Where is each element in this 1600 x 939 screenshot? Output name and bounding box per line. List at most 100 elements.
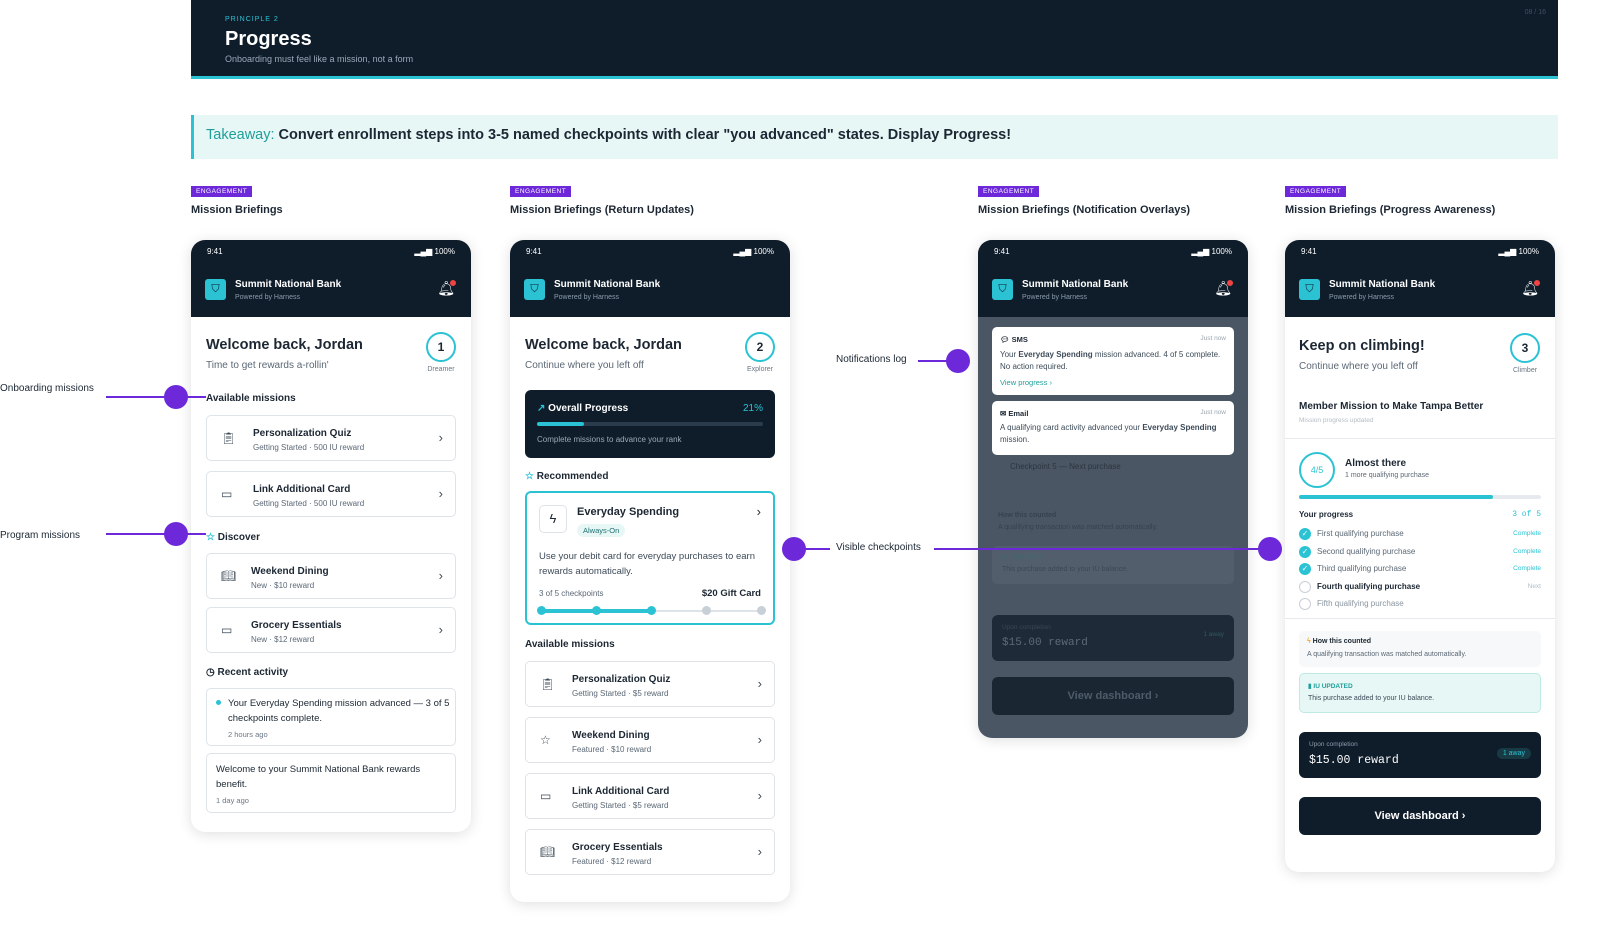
chevron-right-icon: › bbox=[757, 676, 762, 691]
checkpoint-label: Fourth qualifying purchase bbox=[1317, 581, 1421, 591]
page-title: Progress bbox=[225, 28, 312, 50]
callout-line bbox=[186, 396, 206, 398]
upon-completion: Upon completion bbox=[1309, 741, 1358, 748]
progress-count: 3 of 5 bbox=[1512, 510, 1541, 519]
trend-icon: ↗ bbox=[537, 403, 546, 414]
star-icon: ☆ bbox=[206, 532, 215, 543]
bg-iu-box: IU UPDATED This purchase added to your I… bbox=[992, 546, 1234, 584]
bg-view-dashboard: View dashboard › bbox=[992, 677, 1234, 715]
checkpoint-row: ✓ Third qualifying purchase Complete bbox=[1299, 561, 1541, 579]
check-circle-icon: ✓ bbox=[1299, 545, 1311, 558]
status-signal: ▂▄▆ 100% bbox=[733, 247, 774, 256]
mission-sub: Getting Started · $5 reward bbox=[572, 801, 669, 810]
takeaway-label: Takeaway: bbox=[206, 127, 275, 143]
bg-how: How this counted bbox=[998, 512, 1057, 519]
activity-card: Welcome to your Summit National Bank rew… bbox=[206, 753, 456, 813]
callout-dot bbox=[782, 537, 806, 561]
discover-label: ☆ Discover bbox=[206, 532, 260, 543]
chat-icon: 💬︎ bbox=[1000, 335, 1010, 344]
discover-card[interactable]: 📖︎ Weekend Dining New · $10 reward › bbox=[206, 553, 456, 599]
chevron-right-icon: › bbox=[756, 504, 761, 519]
principle-kicker: PRINCIPLE 2 bbox=[225, 16, 279, 23]
mission-card[interactable]: ▭ Link Additional Card Getting Started ·… bbox=[206, 471, 456, 517]
powered-by: Powered by Harness bbox=[554, 294, 619, 301]
activity-time: 2 hours ago bbox=[228, 730, 268, 739]
bg-upon: Upon completion bbox=[1002, 624, 1051, 631]
checkpoint-row: ✓ First qualifying purchase Complete bbox=[1299, 526, 1541, 544]
lightning-icon: ϟ bbox=[539, 505, 567, 533]
recommended-label: ☆ Recommended bbox=[525, 471, 609, 482]
callout-dot bbox=[1258, 537, 1282, 561]
welcome-sub: Time to get rewards a-rollin' bbox=[206, 360, 329, 371]
callout-dot bbox=[164, 522, 188, 546]
recommended-card[interactable]: ϟ Everyday Spending Always-On › Use your… bbox=[525, 491, 775, 625]
mission-sub: Getting Started · 500 IU reward bbox=[253, 499, 365, 508]
view-dashboard-button[interactable]: View dashboard › bbox=[1299, 797, 1541, 835]
takeaway-text: Convert enrollment steps into 3-5 named … bbox=[278, 127, 1012, 143]
notification-dot bbox=[1227, 280, 1233, 286]
clipboard-icon: 📋︎ bbox=[540, 677, 556, 691]
iu-updated-sub: This purchase added to your IU balance. bbox=[1308, 695, 1435, 702]
engagement-tag: ENGAGEMENT bbox=[1285, 186, 1347, 197]
mail-icon: ✉ bbox=[1000, 409, 1007, 418]
bg-iu: IU UPDATED bbox=[1002, 554, 1041, 561]
iu-updated-box: ▮ IU UPDATED This purchase added to your… bbox=[1299, 673, 1541, 713]
phone-screen-3: 9:41 ▂▄▆ 100% ⛉ Summit National Bank Pow… bbox=[978, 240, 1248, 738]
book-icon: 📖︎ bbox=[540, 845, 556, 859]
app-header: 9:41 ▂▄▆ 100% ⛉ Summit National Bank Pow… bbox=[191, 240, 471, 317]
email-notification[interactable]: ✉ Email Just now A qualifying card activ… bbox=[992, 401, 1234, 455]
rank-ring: 2 bbox=[745, 332, 775, 362]
view-progress-link[interactable]: View progress › bbox=[1000, 378, 1052, 387]
rank-ring: 3 bbox=[1510, 333, 1540, 363]
mission-title: Weekend Dining bbox=[572, 730, 650, 741]
card-icon: ▭ bbox=[221, 623, 233, 637]
callout-checkpoints: Visible checkpoints bbox=[836, 542, 921, 553]
mission-sub: Featured · $12 reward bbox=[572, 857, 652, 866]
empty-circle-icon bbox=[1299, 580, 1311, 593]
rec-title: Everyday Spending bbox=[577, 506, 680, 518]
status-time: 9:41 bbox=[207, 247, 223, 256]
powered-by: Powered by Harness bbox=[1329, 294, 1394, 301]
rec-checkpoints: 3 of 5 checkpoints bbox=[539, 589, 604, 598]
welcome-sub: Continue where you left off bbox=[525, 360, 644, 371]
bank-name: Summit National Bank bbox=[1022, 279, 1129, 290]
mission-card[interactable]: 📋︎ Personalization Quiz Getting Started … bbox=[206, 415, 456, 461]
rank-label: Dreamer bbox=[427, 366, 455, 373]
checkpoint-label: Third qualifying purchase bbox=[1317, 564, 1407, 573]
rec-reward: $20 Gift Card bbox=[701, 588, 761, 599]
available-missions-label: Available missions bbox=[525, 639, 615, 650]
overall-progress-card: ↗ Overall Progress 21% Complete missions… bbox=[525, 390, 775, 458]
checkpoint-label: First qualifying purchase bbox=[1317, 529, 1404, 538]
engagement-tag: ENGAGEMENT bbox=[978, 186, 1040, 197]
chevron-right-icon: › bbox=[438, 486, 443, 501]
mission-title: Link Additional Card bbox=[253, 484, 351, 495]
overall-note: Complete missions to advance your rank bbox=[537, 435, 682, 444]
checkpoint-label: Fifth qualifying purchase bbox=[1317, 599, 1404, 608]
section-title-2: Mission Briefings (Return Updates) bbox=[510, 204, 694, 216]
callout-dot bbox=[164, 385, 188, 409]
mission-name: Member Mission to Make Tampa Better bbox=[1299, 401, 1484, 412]
shield-logo-icon: ⛉ bbox=[524, 279, 545, 300]
mission-card[interactable]: ☆ Weekend Dining Featured · $10 reward › bbox=[525, 717, 775, 763]
bg-how-sub: A qualifying transaction was matched aut… bbox=[998, 524, 1158, 531]
discover-card[interactable]: ▭ Grocery Essentials New · $12 reward › bbox=[206, 607, 456, 653]
discover-sub: New · $12 reward bbox=[251, 635, 315, 644]
climb-heading: Keep on climbing! bbox=[1299, 338, 1425, 354]
checkpoint-row: Fifth qualifying purchase bbox=[1299, 596, 1541, 614]
bg-reward-box: Upon completion $15.00 reward 1 away bbox=[992, 615, 1234, 661]
mission-card[interactable]: ▭ Link Additional Card Getting Started ·… bbox=[525, 773, 775, 819]
section-title-3: Mission Briefings (Notification Overlays… bbox=[978, 204, 1191, 216]
sms-notification[interactable]: 💬︎ SMS Just now Your Everyday Spending m… bbox=[992, 327, 1234, 395]
bank-name: Summit National Bank bbox=[1329, 279, 1436, 290]
always-on-badge: Always-On bbox=[577, 524, 626, 537]
activity-text: Welcome to your Summit National Bank rew… bbox=[216, 764, 421, 790]
callout-line bbox=[186, 533, 206, 535]
checkpoint-track bbox=[536, 606, 766, 616]
mission-title: Grocery Essentials bbox=[572, 842, 663, 853]
discover-title: Weekend Dining bbox=[251, 566, 329, 577]
mission-card[interactable]: 📋︎ Personalization Quiz Getting Started … bbox=[525, 661, 775, 707]
mission-card[interactable]: 📖︎ Grocery Essentials Featured · $12 rew… bbox=[525, 829, 775, 875]
status-signal: ▂▄▆ 100% bbox=[1191, 247, 1232, 256]
mission-sub: Getting Started · $5 reward bbox=[572, 689, 669, 698]
overall-percent: 21% bbox=[742, 403, 763, 414]
